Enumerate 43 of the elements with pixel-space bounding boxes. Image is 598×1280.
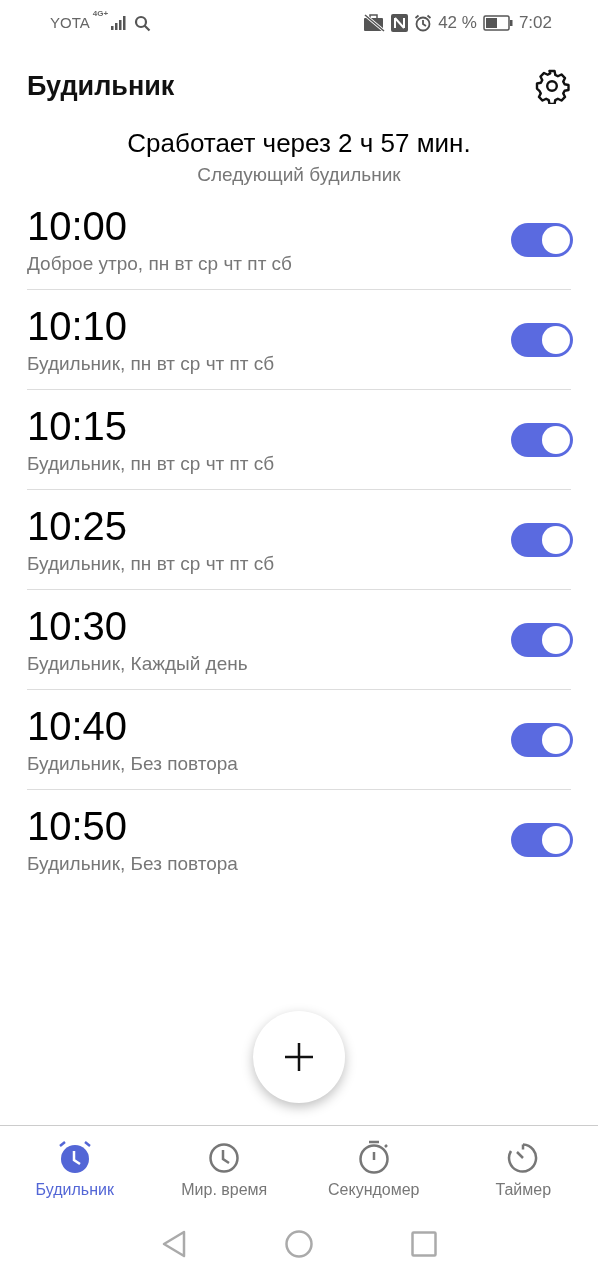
toggle-switch[interactable] bbox=[511, 823, 573, 857]
toggle-switch[interactable] bbox=[511, 722, 573, 757]
alarm-label: Будильник, Без повтора bbox=[27, 852, 238, 876]
alarm-icon bbox=[414, 14, 433, 32]
toggle-switch[interactable] bbox=[511, 422, 573, 457]
stopwatch-icon bbox=[357, 1140, 390, 1174]
nav-tab[interactable]: Секундомер bbox=[299, 1126, 449, 1214]
next-alarm-countdown: Сработает через 2 ч 57 мин. bbox=[127, 127, 471, 160]
timer-icon bbox=[507, 1142, 540, 1174]
alarm-label: Будильник, пн вт ср чт пт сб bbox=[27, 551, 275, 576]
alarm-time: 10:10 bbox=[27, 302, 129, 349]
nav-tab[interactable]: Мир. время bbox=[149, 1126, 299, 1214]
nav-tab[interactable]: Таймер bbox=[448, 1126, 598, 1214]
alarm-label: Будильник, Без повтора bbox=[27, 751, 238, 776]
alarm-time: 10:00 bbox=[27, 202, 129, 249]
briefcase-off-icon bbox=[363, 14, 386, 32]
toggle-switch[interactable] bbox=[511, 522, 573, 557]
alarm-label: Будильник, Каждый день bbox=[27, 651, 248, 676]
nav-tab[interactable]: Будильник bbox=[0, 1126, 150, 1214]
signal-icon bbox=[111, 16, 128, 30]
alarm-label: Будильник, пн вт ср чт пт сб bbox=[27, 451, 275, 476]
toggle-switch[interactable] bbox=[511, 222, 573, 257]
battery-icon bbox=[482, 15, 513, 31]
alarm-time: 10:25 bbox=[27, 502, 129, 549]
network-type: 4G+ bbox=[92, 7, 109, 20]
toggle-switch[interactable] bbox=[511, 322, 573, 357]
alarm-time: 10:15 bbox=[27, 402, 129, 449]
battery-percent: 42 % bbox=[438, 12, 477, 35]
clock-icon bbox=[208, 1142, 241, 1174]
next-alarm-caption: Следующий будильник bbox=[197, 163, 401, 187]
clock-time: 7:02 bbox=[518, 12, 552, 35]
alarm-time: 10:40 bbox=[27, 702, 129, 749]
carrier-name: YOTA bbox=[50, 12, 90, 33]
alarm-time: 10:50 bbox=[27, 803, 129, 849]
toggle-switch[interactable] bbox=[511, 622, 573, 657]
alarm-label: Доброе утро, пн вт ср чт пт сб bbox=[27, 251, 292, 276]
nfc-icon bbox=[391, 14, 409, 32]
app-title: Будильник bbox=[27, 69, 175, 103]
search-icon bbox=[134, 14, 152, 32]
alarm-label: Будильник, пн вт ср чт пт сб bbox=[27, 351, 275, 376]
alarm-time: 10:30 bbox=[27, 602, 129, 649]
plus-icon bbox=[283, 1041, 315, 1073]
settings-icon[interactable] bbox=[534, 68, 570, 104]
